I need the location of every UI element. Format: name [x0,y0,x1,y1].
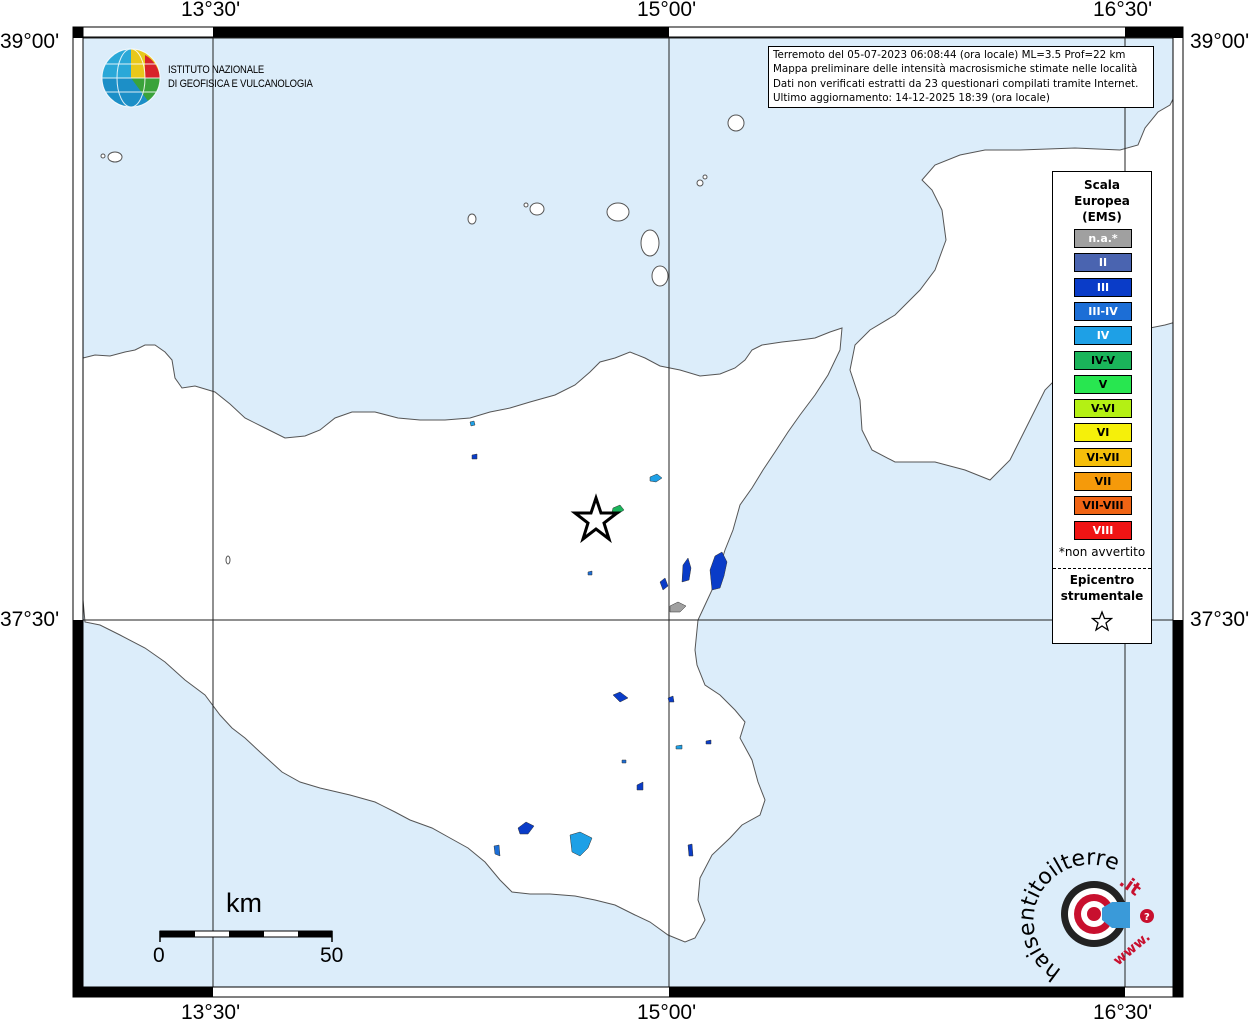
scale-bar-max: 50 [320,944,344,967]
lon-label-bottom-1630: 16°30' [1093,1001,1153,1024]
event-info-line1: Terremoto del 05-07-2023 06:08:44 (ora l… [773,49,1126,61]
legend-item: III-IV [1074,301,1132,321]
legend-epicenter-line2: strumentale [1060,589,1144,603]
institute-name-line1: ISTITUTO NAZIONALE [168,64,265,76]
spot-north-coast [469,420,476,427]
legend-item: IV [1074,326,1132,346]
institute-name: ISTITUTO NAZIONALE DI GEOFISICA E VULCAN… [168,63,313,91]
legend-title-line2: Europea [1074,194,1130,208]
spot-west-small [587,570,593,576]
event-info-box: Terremoto del 05-07-2023 06:08:44 (ora l… [768,46,1154,108]
legend-title-line3: (EMS) [1082,210,1122,224]
lat-label-left-3730: 37°30' [0,608,60,631]
lat-label-left-3900: 39°00' [0,30,60,53]
lon-label-top-1500: 15°00' [637,0,697,21]
lat-label-right-3900: 39°00' [1190,30,1250,53]
event-info-line3: Dati non verificati estratti da 23 quest… [773,77,1139,90]
globe-icon [101,48,161,108]
legend-title: Scala Europea (EMS) [1053,177,1151,225]
legend-item: II [1074,253,1132,273]
legend-item: VIII [1074,520,1132,540]
lon-label-bottom-1500: 15°00' [637,1001,697,1024]
lat-label-right-3730: 37°30' [1190,608,1250,631]
legend-item: VII [1074,472,1132,491]
spot-inland-north [471,453,478,460]
legend-item: IV-V [1074,350,1132,370]
legend-divider [1053,568,1151,569]
ems-legend: Scala Europea (EMS) n.a.* II III III-IV IV IV… [1052,171,1152,644]
legend-item: V-VI [1074,399,1132,419]
legend-epicenter-label: Epicentro strumentale [1053,572,1151,604]
star-icon [1091,610,1113,632]
legend-title-line1: Scala [1083,178,1121,192]
event-info-line2: Mappa preliminare delle intensità macros… [773,63,1138,76]
legend-item: VI [1074,423,1132,443]
legend-item: VI-VII [1074,447,1132,467]
legend-epicenter-line1: Epicentro [1069,573,1135,587]
scale-bar-min: 0 [153,944,165,967]
svg-text:?: ? [1144,912,1150,923]
legend-item: VII-VIII [1074,496,1132,516]
lon-label-top-1330: 13°30' [181,0,241,21]
legend-item: III [1074,277,1132,297]
lon-label-bottom-1330: 13°30' [181,1001,241,1024]
scale-bar-unit: km [226,888,262,918]
legend-item: n.a.* [1074,229,1132,248]
event-info-line4: Ultimo aggiornamento: 14-12-2025 18:39 (… [773,92,1050,105]
institute-name-line2: DI GEOFISICA E VULCANOLOGIA [168,78,313,90]
legend-item: V [1074,374,1132,394]
lon-label-top-1630: 16°30' [1093,0,1153,21]
legend-note: *non avvertito [1058,545,1146,559]
